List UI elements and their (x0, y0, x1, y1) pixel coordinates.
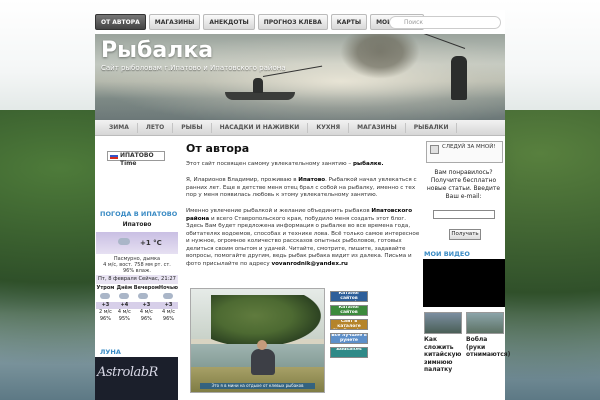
weather-date: Пт, 8 февраля Сейчас, 21:27 (96, 275, 178, 284)
nav-item-forecast[interactable]: ПРОГНОЗ КЛЕВА (257, 14, 328, 30)
site-subtitle: Сайт рыболовам г.Ипатово и Ипатовского р… (101, 64, 286, 72)
page-title: От автора (186, 142, 250, 155)
astrolab-logo: AstrolabR (97, 365, 158, 380)
badge-best-runet[interactable]: Всё лучшее в рунете (330, 333, 368, 344)
cloud-icon (118, 293, 129, 299)
fisher-in-boat (253, 78, 263, 93)
photo-person (251, 349, 275, 375)
author-photo[interactable] (190, 288, 325, 393)
forecast-humidity: 96% (140, 316, 152, 322)
weather-city: Ипатово (122, 221, 152, 228)
tree-silhouette (340, 34, 420, 79)
weather-date-text: Пт, 8 февраля (98, 276, 137, 282)
weather-temp-now: +1 °C (140, 239, 162, 247)
period-label: Днём (116, 285, 133, 291)
astrolab-widget[interactable]: AstrolabR (95, 357, 178, 400)
boat-silhouette (225, 92, 295, 100)
badge-catalog[interactable]: Каталог сайтов (330, 305, 368, 316)
cat-winter[interactable]: ЗИМА (101, 122, 138, 133)
video-heading: МОИ ВИДЕО (424, 250, 470, 258)
russia-flag-icon (110, 153, 118, 159)
cat-fishing[interactable]: РЫБАЛКИ (406, 122, 458, 133)
video-link[interactable]: Вобла (руки отнимаются) (466, 336, 510, 359)
weather-description: Пасмурно, дымка 4 м/с, вост. 758 мм рт. … (96, 256, 178, 274)
video-player[interactable] (423, 259, 505, 307)
subscribe-text: Вам понравилось? Получите бесплатно новы… (426, 169, 501, 200)
cat-shops[interactable]: МАГАЗИНЫ (349, 122, 406, 133)
forecast-wind: 4 м/с (117, 309, 131, 315)
nav-item-about[interactable]: ОТ АВТОРА (95, 14, 146, 30)
search-input[interactable]: Поиск (389, 16, 501, 29)
cat-baits[interactable]: НАСАДКИ И НАЖИВКИ (212, 122, 309, 133)
standing-fisher (451, 56, 467, 100)
forecast-humidity: 96% (162, 316, 175, 322)
top-navigation: ОТ АВТОРА МАГАЗИНЫ АНЕКДОТЫ ПРОГНОЗ КЛЕВ… (95, 14, 425, 32)
email-link[interactable]: vovanrodnik@yandex.ru (271, 261, 347, 267)
forecast-wind: 2 м/с (98, 309, 112, 315)
cat-fish[interactable]: РЫБЫ (173, 122, 212, 133)
cat-summer[interactable]: ЛЕТО (138, 122, 174, 133)
forecast-wind: 4 м/с (139, 309, 153, 315)
weather-forecast-grid: Утром Днём Вечером Ночью +3 +4 +3 +3 2 м… (96, 285, 178, 323)
purpose-paragraph: Именно увлечение рыбалкой и желание объе… (186, 208, 421, 268)
weather-widget: Ипатово +1 °C Пасмурно, дымка 4 м/с, вос… (96, 219, 178, 344)
badge-glavboard[interactable]: Сайт в каталоге GlavBoard.ru (330, 319, 368, 330)
period-label: Утром (96, 285, 115, 291)
forecast-icon-cell (159, 292, 178, 302)
photo-person-head (257, 340, 267, 350)
forecast-humidity: 95% (118, 316, 130, 322)
forecast-temp: +3 (96, 302, 115, 309)
cloud-icon (162, 293, 173, 299)
cat-kitchen[interactable]: КУХНЯ (308, 122, 350, 133)
nav-item-shops[interactable]: МАГАЗИНЫ (148, 14, 201, 30)
forecast-temp: +3 (158, 302, 178, 309)
weather-now-text: Сейчас, 21:27 (138, 276, 176, 282)
period-label: Ночью (158, 285, 178, 291)
cloud-icon (118, 238, 130, 245)
site-title[interactable]: Рыбалка (101, 38, 213, 63)
nav-item-jokes[interactable]: АНЕКДОТЫ (203, 14, 255, 30)
forecast-wind: 4 м/с (161, 309, 175, 315)
intro-bold: рыбалке. (353, 161, 384, 167)
subscribe-button[interactable]: Получать (449, 229, 481, 240)
forecast-temp: +4 (114, 302, 134, 309)
badge-manyvrob[interactable]: Каталог сайтов manyvrob.ru (330, 291, 368, 302)
forecast-icon-cell (96, 292, 115, 302)
email-field[interactable] (433, 210, 495, 219)
author-bold: Ипатово (298, 177, 326, 183)
cloud-icon (137, 293, 148, 299)
forecast-temp: +3 (133, 302, 159, 309)
luna-heading: ЛУНА (100, 348, 121, 356)
forecast-humidity: 96% (99, 316, 111, 322)
weather-now: +1 °C (96, 232, 178, 254)
photo-caption: Это я в мини на отдыхе от клевых рыбаков (200, 383, 315, 389)
forecast-icon-cell (134, 292, 159, 302)
intro-paragraph: Этот сайт посвящен самому увлекательному… (186, 161, 421, 169)
follow-icon (430, 145, 439, 154)
category-bar: ЗИМА ЛЕТО РЫБЫ НАСАДКИ И НАЖИВКИ КУХНЯ М… (95, 120, 505, 136)
weather-heading: ПОГОДА В ИПАТОВО (100, 210, 178, 218)
author-paragraph: Я, Иларионов Владимир, проживаю в Ипатов… (186, 177, 421, 200)
video-link[interactable]: Как сложить китайскую зимнюю палатку (424, 336, 464, 374)
period-label: Вечером (133, 285, 159, 291)
weather-desc-line: 96% влаж. (122, 268, 151, 274)
badge-addssites[interactable]: AddsSites (330, 347, 368, 358)
video-thumbnail[interactable] (424, 312, 462, 334)
forecast-icon-cell (115, 292, 134, 302)
photo-trees (211, 295, 321, 347)
nav-item-maps[interactable]: КАРТЫ (330, 14, 368, 30)
cloud-icon (100, 293, 110, 299)
author-text: Я, Иларионов Владимир, проживаю в (186, 177, 297, 183)
intro-text: Этот сайт посвящен самому увлекательному… (186, 161, 352, 167)
video-thumbnail[interactable] (466, 312, 504, 334)
catalog-badges: Каталог сайтов manyvrob.ru Каталог сайто… (330, 291, 370, 361)
purpose-text: Именно увлечение рыбалкой и желание объе… (186, 208, 370, 214)
purpose-text: и всего Ставропольского края, побудило м… (186, 215, 420, 267)
